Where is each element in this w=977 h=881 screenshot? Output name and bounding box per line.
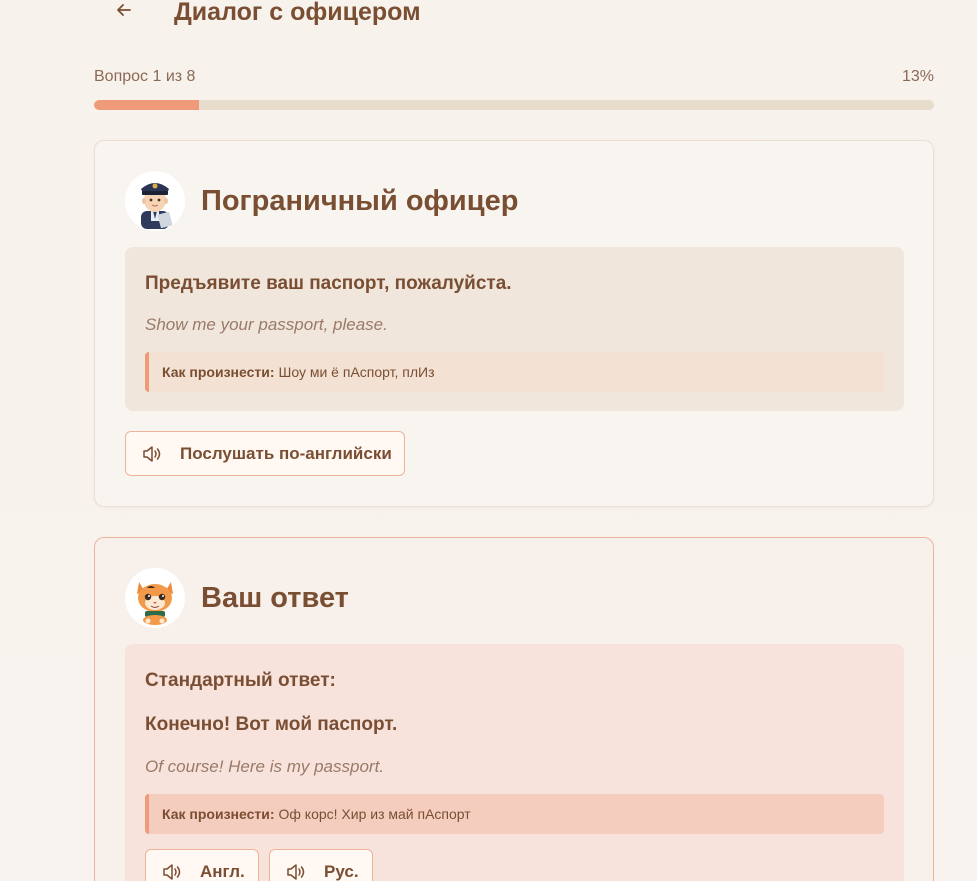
police-officer-avatar — [125, 171, 185, 231]
answer-pronunciation: Как произнести: Оф корс! Хир из май пАсп… — [145, 794, 884, 834]
header: Диалог с офицером — [94, 0, 421, 36]
officer-card-header: Пограничный офицер — [125, 171, 518, 231]
listen-english-button[interactable]: Англ. — [145, 849, 259, 881]
pronunciation-label: Как произнести: — [162, 806, 275, 822]
progress-bar — [94, 100, 934, 110]
cat-avatar — [125, 568, 185, 628]
pronunciation-text: Оф корс! Хир из май пАспорт — [278, 806, 471, 822]
back-button[interactable] — [104, 0, 144, 32]
progress-info: Вопрос 1 из 8 13% — [94, 68, 934, 86]
page-title: Диалог с офицером — [174, 0, 421, 26]
listen-english-label: Послушать по-английски — [180, 443, 392, 463]
pronunciation-label: Как произнести: — [162, 364, 275, 380]
officer-card: Пограничный офицер Предъявите ваш паспор… — [94, 140, 934, 507]
listen-english-button[interactable]: Послушать по-английски — [125, 431, 405, 476]
listen-russian-label: Рус. — [324, 862, 359, 881]
speaker-icon — [162, 863, 182, 881]
officer-phrase-en: Show me your passport, please. — [145, 315, 388, 334]
speaker-icon — [142, 445, 162, 463]
answer-phrase-box: Стандартный ответ: Конечно! Вот мой пасп… — [125, 644, 904, 881]
answer-title: Ваш ответ — [201, 581, 349, 614]
officer-phrase-box: Предъявите ваш паспорт, пожалуйста. Show… — [125, 247, 904, 411]
pronunciation-text: Шоу ми ё пАспорт, плИз — [278, 364, 435, 380]
answer-card-header: Ваш ответ — [125, 568, 349, 628]
speaker-icon — [286, 863, 306, 881]
listen-russian-button[interactable]: Рус. — [269, 849, 373, 881]
answer-phrase-ru: Конечно! Вот мой паспорт. — [145, 714, 398, 735]
standard-answer-label: Стандартный ответ: — [145, 670, 336, 691]
answer-card: Ваш ответ Стандартный ответ: Конечно! Во… — [94, 537, 934, 881]
officer-phrase-ru: Предъявите ваш паспорт, пожалуйста. — [145, 273, 512, 294]
page: Диалог с офицером Вопрос 1 из 8 13% Погр… — [0, 0, 977, 881]
progress-percent: 13% — [901, 68, 934, 85]
answer-phrase-en: Of course! Here is my passport. — [145, 757, 385, 776]
listen-english-label: Англ. — [200, 862, 245, 881]
progress-label: Вопрос 1 из 8 — [94, 68, 196, 85]
progress-fill — [94, 100, 199, 110]
officer-title: Пограничный офицер — [201, 184, 519, 217]
arrow-left-icon — [115, 1, 133, 24]
officer-pronunciation: Как произнести: Шоу ми ё пАспорт, плИз — [145, 352, 884, 392]
